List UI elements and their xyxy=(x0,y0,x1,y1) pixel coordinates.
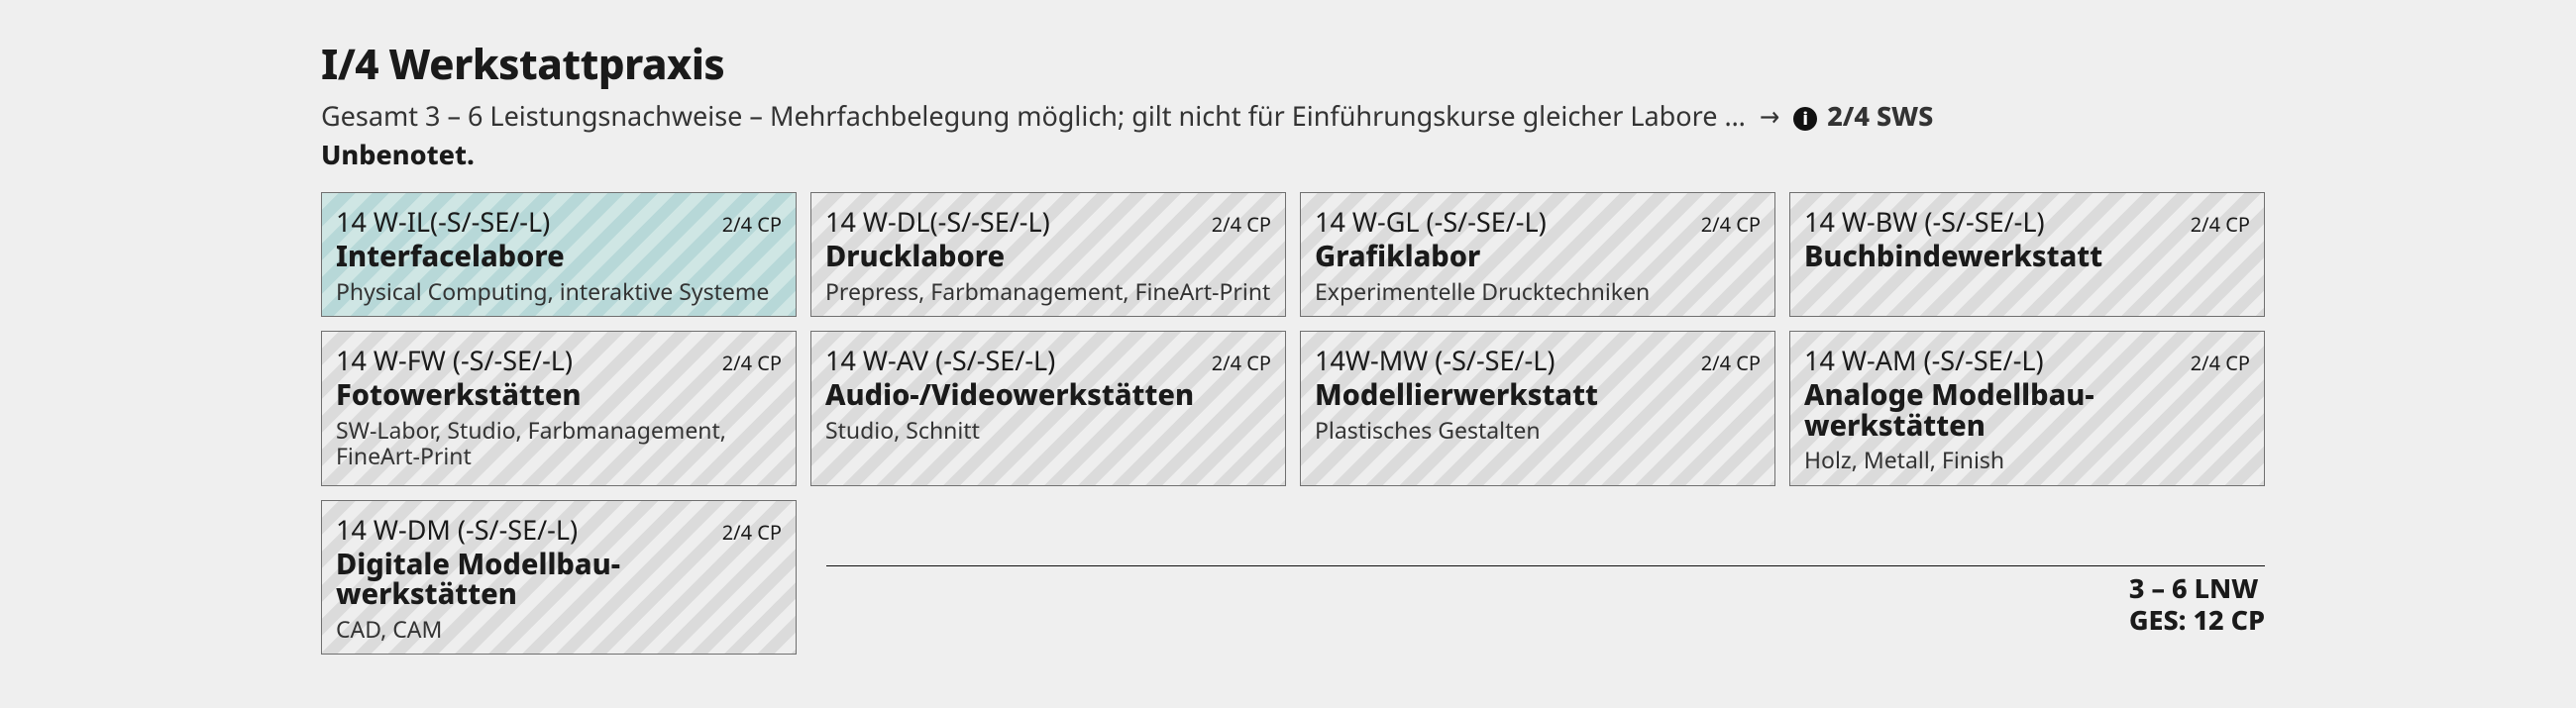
module-code: 14 W-IL(-S/-SE/-L) xyxy=(336,203,550,240)
card-header: 14 W-IL(-S/-SE/-L) 2/4 CP xyxy=(336,203,782,240)
module-cp: 2/4 CP xyxy=(1701,211,1761,238)
section-subtitle: Gesamt 3 – 6 Leistungsnachweise – Mehrfa… xyxy=(321,98,2265,134)
footer-lnw: 3 – 6 LNW xyxy=(2129,572,2265,604)
module-cp: 2/4 CP xyxy=(2191,211,2250,238)
module-card[interactable]: 14W-MW (-S/-SE/-L) 2/4 CP Modellierwerksta… xyxy=(1300,331,1775,485)
section-footer-rule: 3 – 6 LNW GES: 12 CP xyxy=(826,565,2265,572)
module-cp: 2/4 CP xyxy=(1212,211,1271,238)
ungraded-label: Unbenotet. xyxy=(321,136,2265,172)
module-name: Audio-/Videowerkstätten xyxy=(825,380,1271,410)
module-code: 14 W-DL(-S/-SE/-L) xyxy=(825,203,1050,240)
module-code: 14 W-GL (-S/-SE/-L) xyxy=(1315,203,1547,240)
module-code: 14 W-DM (-S/-SE/-L) xyxy=(336,511,578,548)
card-header: 14 W-DL(-S/-SE/-L) 2/4 CP xyxy=(825,203,1271,240)
module-card[interactable]: 14 W-FW (-S/-SE/-L) 2/4 CP Fotowerkstätten… xyxy=(321,331,797,485)
section-title: I/4 Werkstattpraxis xyxy=(321,36,2265,92)
info-icon[interactable]: i xyxy=(1793,107,1817,131)
module-desc: Studio, Schnitt xyxy=(825,417,1271,443)
module-code: 14 W-FW (-S/-SE/-L) xyxy=(336,342,573,378)
module-cp: 2/4 CP xyxy=(1212,350,1271,376)
module-card[interactable]: 14 W-DM (-S/-SE/-L) 2/4 CP Digitale Modell… xyxy=(321,500,797,655)
module-desc: Plastisches Gestalten xyxy=(1315,417,1761,443)
module-name: Drucklabore xyxy=(825,242,1271,271)
module-card[interactable]: 14 W-IL(-S/-SE/-L) 2/4 CP Interfacelabore P… xyxy=(321,192,797,317)
module-code: 14 W-AV (-S/-SE/-L) xyxy=(825,342,1055,378)
module-desc: Prepress, Farbmanagement, FineArt-Print xyxy=(825,278,1271,304)
module-desc: SW-Labor, Studio, Farb­management, FineA… xyxy=(336,417,782,469)
module-desc: Physical Computing, interaktive Systeme xyxy=(336,278,782,304)
module-cp: 2/4 CP xyxy=(722,350,782,376)
module-desc: CAD, CAM xyxy=(336,616,782,642)
footer-ges: GES: 12 CP xyxy=(2129,604,2265,636)
module-cp: 2/4 CP xyxy=(1701,350,1761,376)
module-card[interactable]: 14 W-AM (-S/-SE/-L) 2/4 CP Analoge Modellb… xyxy=(1789,331,2265,485)
subtitle-text: Gesamt 3 – 6 Leistungsnachweise – Mehrfa… xyxy=(321,98,1746,134)
card-header: 14 W-BW (-S/-SE/-L) 2/4 CP xyxy=(1804,203,2250,240)
card-header: 14 W-FW (-S/-SE/-L) 2/4 CP xyxy=(336,342,782,378)
module-card[interactable]: 14 W-DL(-S/-SE/-L) 2/4 CP Drucklabore Prepr… xyxy=(810,192,1286,317)
card-header: 14 W-GL (-S/-SE/-L) 2/4 CP xyxy=(1315,203,1761,240)
module-name: Interfacelabore xyxy=(336,242,782,271)
arrow-icon: → xyxy=(1760,98,1779,134)
module-section: I/4 Werkstattpraxis Gesamt 3 – 6 Leistun… xyxy=(0,0,2576,707)
module-name: Digitale Modellbau­werkstätten xyxy=(336,550,782,610)
module-card[interactable]: 14 W-GL (-S/-SE/-L) 2/4 CP Grafiklabor Expe… xyxy=(1300,192,1775,317)
module-card[interactable]: 14 W-AV (-S/-SE/-L) 2/4 CP Audio-/Videower… xyxy=(810,331,1286,485)
card-header: 14 W-DM (-S/-SE/-L) 2/4 CP xyxy=(336,511,782,548)
module-name: Modellierwerkstatt xyxy=(1315,380,1761,410)
sws-label: 2/4 SWS xyxy=(1827,98,1933,134)
module-desc: Experimentelle Drucktechniken xyxy=(1315,278,1761,304)
module-cp: 2/4 CP xyxy=(722,519,782,546)
card-header: 14 W-AM (-S/-SE/-L) 2/4 CP xyxy=(1804,342,2250,378)
card-header: 14W-MW (-S/-SE/-L) 2/4 CP xyxy=(1315,342,1761,378)
card-grid: 14 W-IL(-S/-SE/-L) 2/4 CP Interfacelabore P… xyxy=(321,192,2265,655)
module-cp: 2/4 CP xyxy=(722,211,782,238)
card-header: 14 W-AV (-S/-SE/-L) 2/4 CP xyxy=(825,342,1271,378)
module-code: 14 W-BW (-S/-SE/-L) xyxy=(1804,203,2045,240)
module-code: 14W-MW (-S/-SE/-L) xyxy=(1315,342,1556,378)
module-code: 14 W-AM (-S/-SE/-L) xyxy=(1804,342,2044,378)
module-cp: 2/4 CP xyxy=(2191,350,2250,376)
module-name: Grafiklabor xyxy=(1315,242,1761,271)
module-name: Analoge Modellbau­werkstätten xyxy=(1804,380,2250,441)
module-desc: Holz, Metall, Finish xyxy=(1804,447,2250,472)
module-name: Fotowerkstätten xyxy=(336,380,782,410)
module-card[interactable]: 14 W-BW (-S/-SE/-L) 2/4 CP Buchbindewerkst… xyxy=(1789,192,2265,317)
module-name: Buchbindewerkstatt xyxy=(1804,242,2250,271)
